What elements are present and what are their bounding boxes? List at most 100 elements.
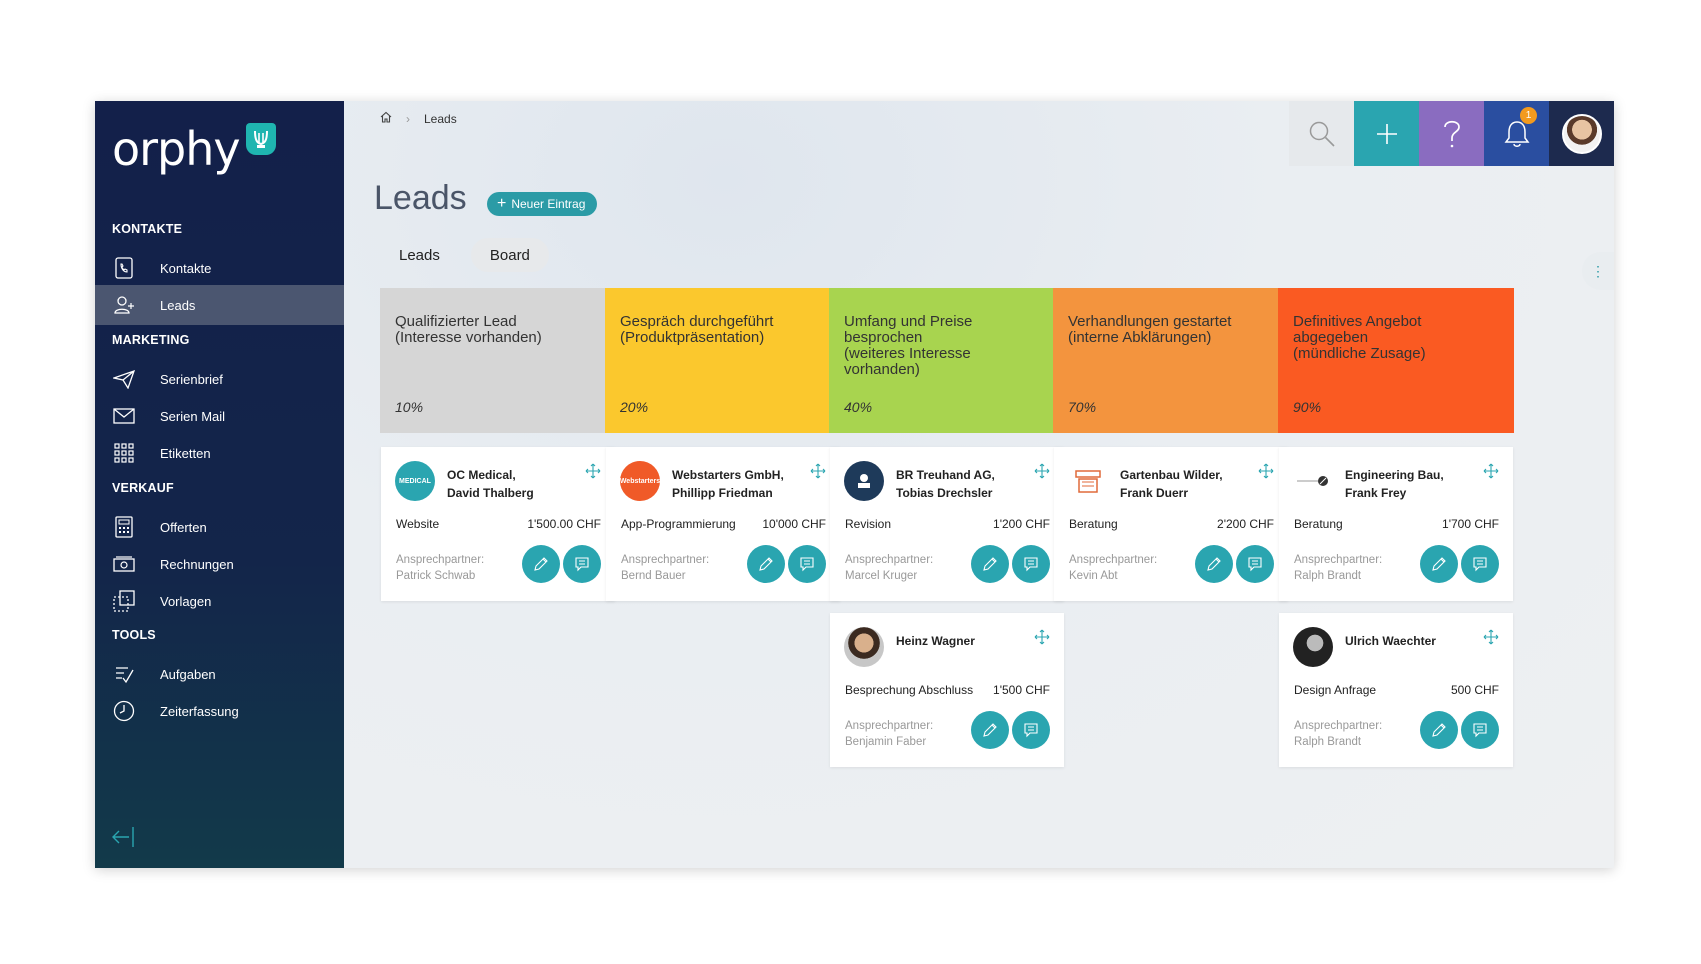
edit-button[interactable] [971,711,1009,749]
sidebar-item-rechnungen[interactable]: Rechnungen [95,544,344,584]
new-entry-label: Neuer Eintrag [511,197,586,211]
contact-name: Patrick Schwab [396,570,476,582]
help-button[interactable] [1419,101,1484,166]
column-title: Qualifizierter Lead (Interesse vorhanden… [395,313,542,346]
new-entry-button[interactable]: + Neuer Eintrag [487,192,598,216]
app-window: orphy KONTAKTE Kontakte Leads MARKETING … [95,101,1614,868]
pencil-icon [759,557,773,571]
lead-person: Tobias Drechsler [896,486,993,500]
task-check-icon [113,663,135,685]
pencil-icon [1207,557,1221,571]
sidebar-item-leads[interactable]: Leads [95,285,344,325]
edit-button[interactable] [971,545,1009,583]
lead-amount: 500 CHF [1450,683,1499,697]
contact-label: Ansprechpartner: [1294,554,1383,566]
home-icon[interactable] [380,111,392,126]
lead-card[interactable]: Heinz Wagner Besprechung Abschluss 1'500 C… [830,613,1064,767]
add-button[interactable] [1354,101,1419,166]
lead-card[interactable]: Engineering Bau, Frank Frey Beratung 1'700 … [1279,447,1513,601]
section-marketing: MARKETING [112,333,190,347]
lead-amount: 1'500 CHF [993,683,1050,697]
sidebar-item-kontakte[interactable]: Kontakte [95,248,344,288]
contact-label: Ansprechpartner: [1069,554,1158,566]
sidebar-item-zeiterfassung[interactable]: Zeiterfassung [95,691,344,731]
page-title: Leads [374,179,467,217]
note-button[interactable] [1461,711,1499,749]
lead-company: Ulrich Waechter [1345,634,1436,648]
edit-button[interactable] [1420,711,1458,749]
edit-button[interactable] [747,545,785,583]
move-icon[interactable] [585,463,601,484]
logo-text: orphy [112,122,241,176]
note-button[interactable] [563,545,601,583]
move-icon[interactable] [1034,463,1050,484]
chevron-right-icon: › [406,111,410,126]
plus-icon [1376,123,1397,144]
company-logo [1293,627,1333,667]
sidebar-item-label: Etiketten [160,445,211,461]
lead-amount: 1'200 CHF [993,517,1050,531]
lead-name: Heinz Wagner [896,632,1036,650]
lead-service: Design Anfrage [1294,683,1377,697]
logo[interactable]: orphy [112,121,276,177]
edit-button[interactable] [522,545,560,583]
note-button[interactable] [1012,545,1050,583]
contact-name: Marcel Kruger [845,570,918,582]
board-column-header: Qualifizierter Lead (Interesse vorhanden… [380,288,616,433]
edit-button[interactable] [1420,545,1458,583]
sidebar-item-label: Rechnungen [160,556,234,572]
note-button[interactable] [1461,545,1499,583]
lead-name: Ulrich Waechter [1345,632,1485,650]
lead-name: Webstarters GmbH, Phillipp Friedman [672,466,812,502]
move-icon[interactable] [1258,463,1274,484]
sidebar-item-label: Offerten [160,519,207,535]
contact-name: Ralph Brandt [1294,736,1362,748]
collapse-sidebar-icon[interactable] [111,825,139,849]
sidebar-item-serienbrief[interactable]: Serienbrief [95,359,344,399]
user-avatar-button[interactable] [1549,101,1614,166]
sidebar-item-serien-mail[interactable]: Serien Mail [95,396,344,436]
section-kontakte: KONTAKTE [112,222,183,236]
lead-person: Frank Duerr [1120,486,1189,500]
board-column-header: Gespräch durchgeführt (Produktpräsentati… [605,288,841,433]
sidebar-item-offerten[interactable]: Offerten [95,507,344,547]
edit-button[interactable] [1195,545,1233,583]
lead-name: Engineering Bau, Frank Frey [1345,466,1485,502]
pencil-icon [534,557,548,571]
breadcrumb-current[interactable]: Leads [424,112,457,126]
sidebar-item-label: Vorlagen [160,593,212,609]
sidebar-item-label: Serienbrief [160,371,223,387]
lead-card[interactable]: MEDICAL OC Medical, David Thalberg Website 1… [381,447,615,601]
lead-card[interactable]: Gartenbau Wilder, Frank Duerr Beratung 2'20… [1054,447,1288,601]
comment-icon [800,557,814,572]
note-button[interactable] [1012,711,1050,749]
sidebar-item-etiketten[interactable]: Etiketten [95,433,344,473]
tab-leads[interactable]: Leads [380,238,459,272]
sidebar-item-vorlagen[interactable]: Vorlagen [95,581,344,621]
lead-service: App-Programmierung [621,517,736,531]
money-bill-icon [113,553,135,575]
lead-card[interactable]: BR Treuhand AG, Tobias Drechsler Revision 1… [830,447,1064,601]
lead-name: Gartenbau Wilder, Frank Duerr [1120,466,1260,502]
lead-card[interactable]: Webstarters Webstarters GmbH, Phillipp Fri… [606,447,840,601]
move-icon[interactable] [1483,463,1499,484]
breadcrumb: › Leads [380,111,457,126]
lead-card[interactable]: Ulrich Waechter Design Anfrage 500 CHF Ansp… [1279,613,1513,767]
section-tools: TOOLS [112,628,156,642]
contact-label: Ansprechpartner: [1294,720,1383,732]
more-options-icon[interactable]: ⋮ [1582,252,1614,290]
sidebar-item-aufgaben[interactable]: Aufgaben [95,654,344,694]
lead-service: Beratung [1069,517,1118,531]
note-button[interactable] [1236,545,1274,583]
comment-icon [1248,557,1262,572]
lead-amount: 2'200 CHF [1217,517,1274,531]
section-verkauf: VERKAUF [112,481,174,495]
move-icon[interactable] [1483,629,1499,650]
move-icon[interactable] [810,463,826,484]
comment-icon [1473,723,1487,738]
note-button[interactable] [788,545,826,583]
search-button[interactable] [1289,101,1354,166]
notifications-button[interactable]: 1 [1484,101,1549,166]
move-icon[interactable] [1034,629,1050,650]
tab-board[interactable]: Board [470,238,549,272]
